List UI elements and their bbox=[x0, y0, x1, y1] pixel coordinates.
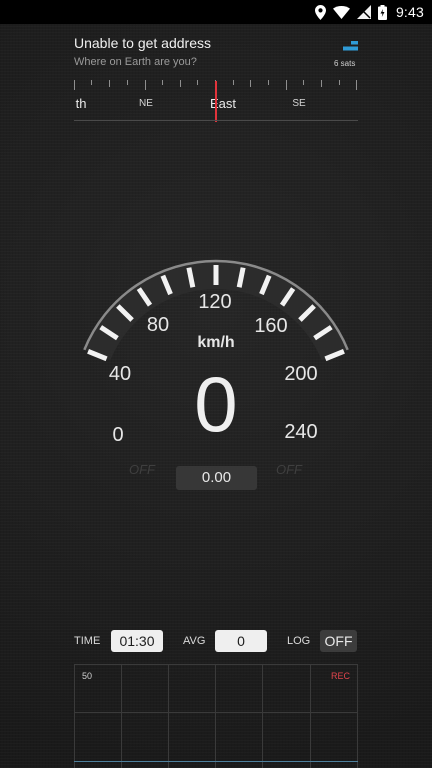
right-indicator: OFF bbox=[276, 462, 302, 477]
graph-gridline bbox=[121, 664, 122, 768]
left-indicator: OFF bbox=[129, 462, 155, 477]
scale-label-40: 40 bbox=[109, 363, 131, 385]
graph-gridline bbox=[357, 664, 358, 768]
speed-unit: km/h bbox=[197, 334, 235, 351]
scale-label-120: 120 bbox=[198, 291, 231, 313]
graph-gridline bbox=[74, 664, 358, 665]
time-value-button[interactable]: 01:30 bbox=[111, 630, 163, 652]
speed-graph: 50 REC bbox=[74, 664, 358, 768]
graph-gridline bbox=[168, 664, 169, 768]
log-toggle[interactable]: OFF bbox=[320, 630, 357, 652]
graph-gridline bbox=[215, 664, 216, 768]
scale-label-200: 200 bbox=[284, 363, 317, 385]
time-label: TIME bbox=[74, 635, 101, 647]
graph-gridline bbox=[74, 664, 75, 768]
graph-gridline bbox=[74, 712, 358, 713]
scale-label-160: 160 bbox=[254, 315, 287, 337]
speed-value: 0 bbox=[194, 360, 238, 448]
graph-baseline bbox=[74, 761, 358, 762]
scale-label-0: 0 bbox=[112, 424, 123, 446]
trip-distance[interactable]: 0.00 bbox=[176, 466, 257, 490]
graph-gridline bbox=[310, 664, 311, 768]
avg-value-button[interactable]: 0 bbox=[215, 630, 267, 652]
graph-max-label: 50 bbox=[82, 671, 93, 681]
graph-rec-indicator[interactable]: REC bbox=[331, 671, 350, 681]
scale-label-80: 80 bbox=[147, 314, 169, 336]
graph-gridline bbox=[262, 664, 263, 768]
log-label: LOG bbox=[287, 635, 311, 647]
scale-label-240: 240 bbox=[284, 421, 317, 443]
avg-label: AVG bbox=[183, 635, 206, 647]
